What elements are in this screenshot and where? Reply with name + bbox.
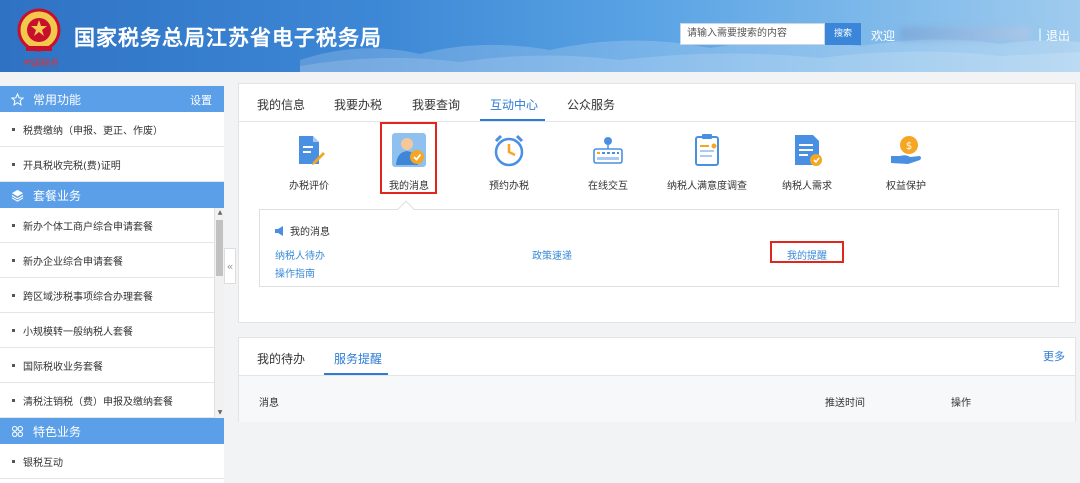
tab-my-info[interactable]: 我的信息 bbox=[257, 96, 305, 113]
sidebar-section-title: 特色业务 bbox=[33, 424, 82, 439]
welcome-text: 欢迎 bbox=[871, 29, 896, 43]
evaluation-icon bbox=[299, 136, 325, 165]
site-header: 中国税务 国家税务总局江苏省电子税务局 请输入需要搜索的内容 搜索 欢迎 | 退… bbox=[0, 0, 1080, 72]
tab-public-service[interactable]: 公众服务 bbox=[567, 96, 615, 113]
sidebar-item[interactable]: 清税注销税（费）申报及缴纳套餐 bbox=[0, 383, 224, 418]
service-reminder-panel: 我的待办 服务提醒 更多 消息 推送时间 操作 bbox=[238, 337, 1076, 422]
main-tabs: 我的信息 我要办税 我要查询 互动中心 公众服务 bbox=[239, 84, 1075, 122]
active-tab-indicator bbox=[324, 373, 388, 375]
scrollbar[interactable]: ▲ ▼ bbox=[214, 208, 224, 418]
column-push-time: 推送时间 bbox=[825, 398, 865, 409]
rights-coin-icon: $ bbox=[891, 136, 921, 164]
tax-emblem-icon bbox=[17, 8, 61, 52]
tab-service-reminder[interactable]: 服务提醒 bbox=[334, 350, 382, 367]
sidebar-item[interactable]: 小规模转一般纳税人套餐 bbox=[0, 313, 224, 348]
logout-link[interactable]: 退出 bbox=[1046, 27, 1070, 44]
tab-my-todo[interactable]: 我的待办 bbox=[257, 350, 305, 367]
scroll-down-icon[interactable]: ▼ bbox=[215, 408, 224, 418]
scroll-thumb[interactable] bbox=[216, 220, 223, 276]
appointment-button[interactable]: 预约办税 bbox=[469, 132, 549, 192]
column-action: 操作 bbox=[951, 398, 971, 409]
my-messages-submenu: 我的消息 纳税人待办 政策速递 我的提醒 操作指南 bbox=[259, 200, 1059, 287]
sidebar-section-common[interactable]: 常用功能 设置 bbox=[0, 86, 224, 112]
survey-clipboard-icon bbox=[695, 134, 719, 166]
table-header: 消息 推送时间 操作 bbox=[239, 376, 1075, 422]
layers-icon bbox=[10, 188, 24, 202]
tab-query[interactable]: 我要查询 bbox=[412, 96, 460, 113]
highlight-box-my-messages bbox=[380, 122, 437, 194]
scroll-up-icon[interactable]: ▲ bbox=[215, 208, 224, 218]
sidebar-section-special[interactable]: 特色业务 bbox=[0, 418, 224, 444]
function-panel: 我的信息 我要办税 我要查询 互动中心 公众服务 办税评价 我的消息 预约办税 … bbox=[238, 83, 1076, 323]
collapse-sidebar-button[interactable]: « bbox=[224, 248, 236, 284]
package-list[interactable]: 新办个体工商户综合申请套餐 新办企业综合申请套餐 跨区域涉税事项综合办理套餐 小… bbox=[0, 208, 224, 418]
search-input[interactable]: 请输入需要搜索的内容 bbox=[680, 23, 825, 45]
svg-text:$: $ bbox=[906, 141, 912, 152]
header-separator: | bbox=[1038, 27, 1043, 41]
sidebar-item[interactable]: 跨区域涉税事项综合办理套餐 bbox=[0, 278, 224, 313]
requirement-doc-icon bbox=[795, 135, 822, 166]
sidebar-item[interactable]: 开具税收完税(费)证明 bbox=[0, 147, 224, 182]
logo-caption: 中国税务 bbox=[22, 59, 59, 69]
highlight-box-my-reminders bbox=[770, 241, 844, 263]
grid-icon bbox=[10, 424, 24, 438]
star-icon bbox=[10, 92, 24, 106]
submenu-caret bbox=[397, 200, 415, 218]
sidebar-section-title: 常用功能 bbox=[33, 92, 82, 107]
sidebar-item[interactable]: 税费缴纳（申报、更正、作废） bbox=[0, 112, 224, 147]
search-button[interactable]: 搜索 bbox=[825, 23, 861, 45]
alarm-clock-icon bbox=[494, 134, 524, 167]
evaluation-button[interactable]: 办税评价 bbox=[269, 132, 349, 192]
sidebar-item[interactable]: 银税互动 bbox=[0, 444, 224, 479]
online-interaction-button[interactable]: 在线交互 bbox=[568, 132, 648, 192]
sidebar-item[interactable]: 国际税收业务套餐 bbox=[0, 348, 224, 383]
sidebar-section-title: 套餐业务 bbox=[33, 188, 82, 203]
tab-do-tax[interactable]: 我要办税 bbox=[334, 96, 382, 113]
active-tab-indicator bbox=[480, 119, 545, 121]
sidebar: 常用功能 设置 税费缴纳（申报、更正、作废） 开具税收完税(费)证明 套餐业务 … bbox=[0, 86, 224, 483]
rights-protection-button[interactable]: $ 权益保护 bbox=[866, 132, 946, 192]
megaphone-icon bbox=[275, 225, 283, 236]
tab-interaction-center[interactable]: 互动中心 bbox=[490, 96, 538, 113]
satisfaction-survey-button[interactable]: 纳税人满意度调查 bbox=[667, 132, 747, 192]
link-operation-guide[interactable]: 操作指南 bbox=[275, 265, 315, 280]
link-taxpayer-todo[interactable]: 纳税人待办 bbox=[275, 247, 325, 262]
more-link[interactable]: 更多 bbox=[1043, 348, 1065, 364]
sidebar-item[interactable]: 新办个体工商户综合申请套餐 bbox=[0, 208, 224, 243]
page-title: 国家税务总局江苏省电子税务局 bbox=[74, 27, 382, 50]
keyboard-icon bbox=[593, 137, 623, 164]
user-name-redacted bbox=[900, 27, 1030, 41]
taxpayer-needs-button[interactable]: 纳税人需求 bbox=[767, 132, 847, 192]
sidebar-item[interactable]: 新办企业综合申请套餐 bbox=[0, 243, 224, 278]
column-message: 消息 bbox=[259, 398, 279, 409]
sidebar-section-package[interactable]: 套餐业务 bbox=[0, 182, 224, 208]
settings-link[interactable]: 设置 bbox=[190, 92, 212, 108]
lower-tabs: 我的待办 服务提醒 更多 bbox=[239, 338, 1075, 376]
link-policy-express[interactable]: 政策速递 bbox=[532, 247, 572, 262]
submenu-title: 我的消息 bbox=[274, 223, 330, 238]
